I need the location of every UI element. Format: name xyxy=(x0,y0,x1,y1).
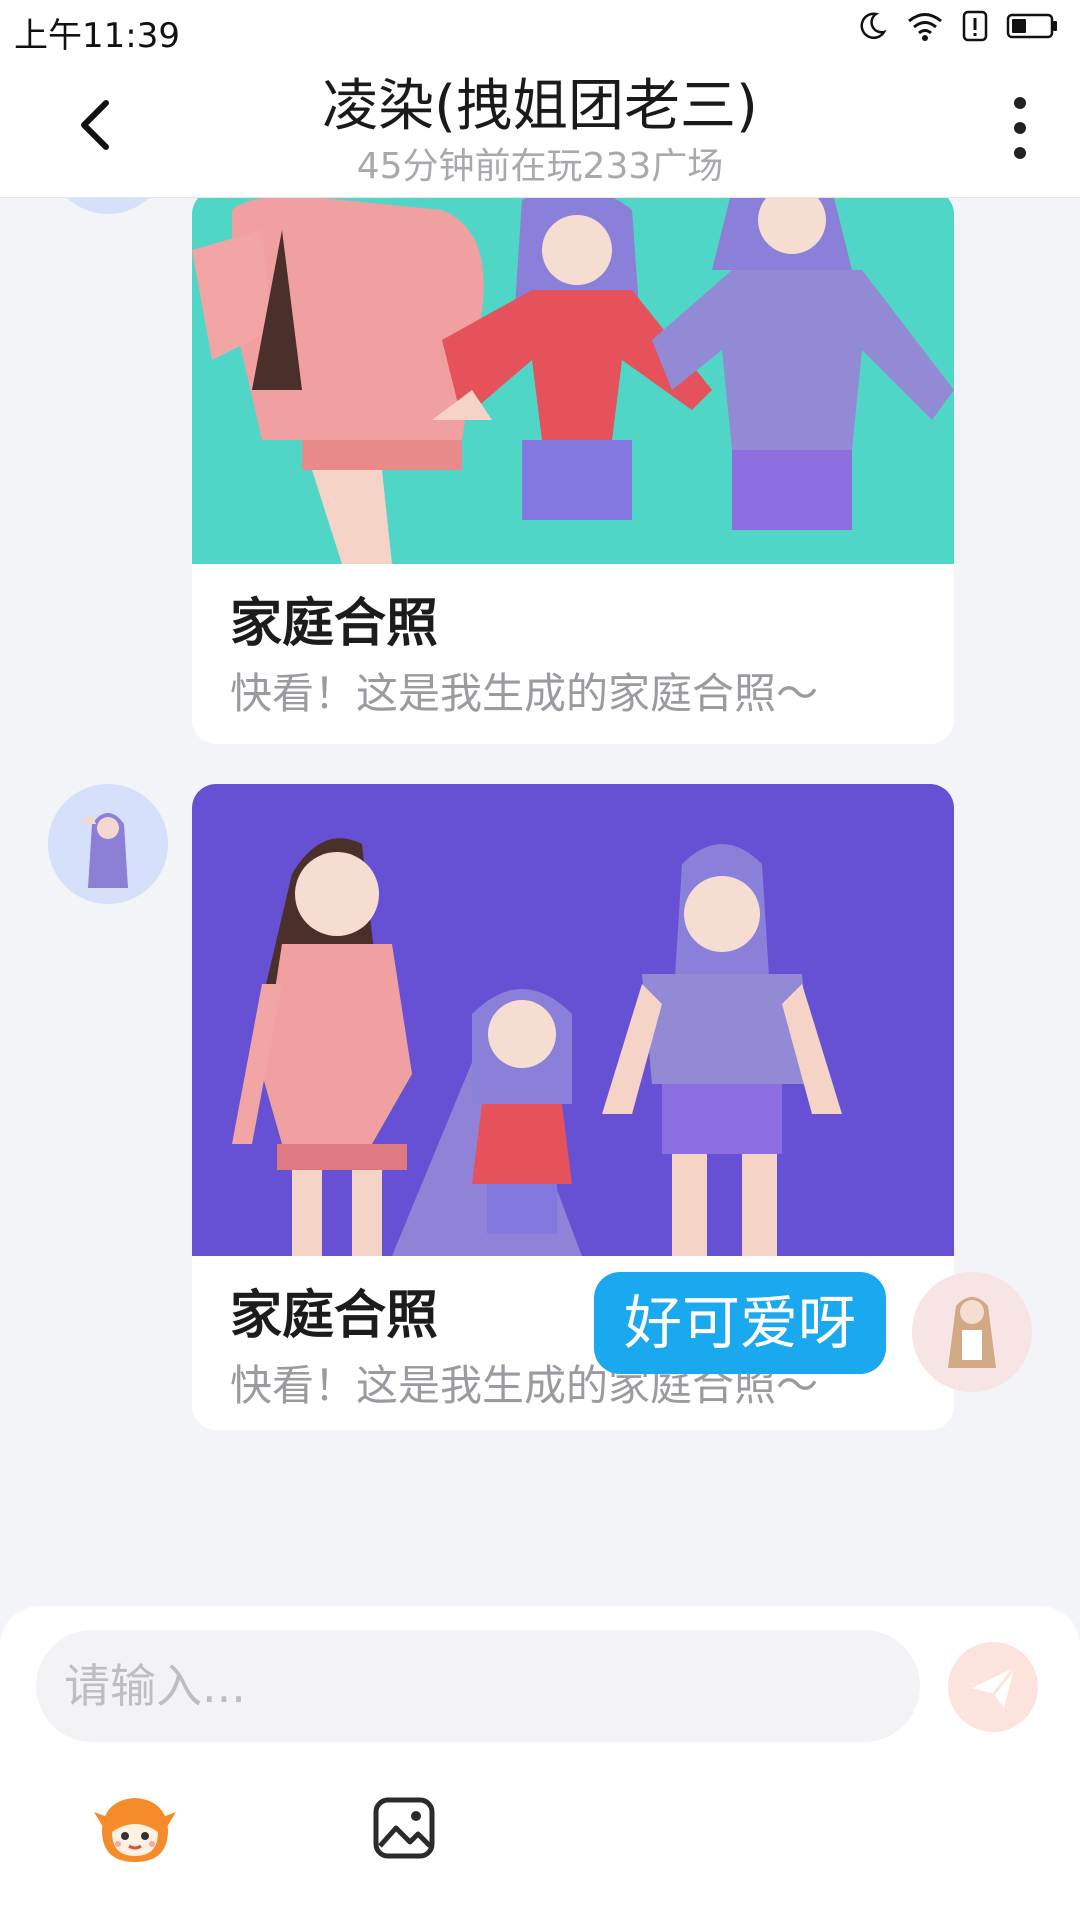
moon-icon xyxy=(860,12,887,39)
alert-icon xyxy=(962,10,988,42)
status-icons xyxy=(856,10,1060,42)
chat-title: 凌染(拽姐团老三) xyxy=(322,74,758,139)
battery-icon xyxy=(1006,13,1057,39)
status-time: 上午11:39 xyxy=(14,16,180,56)
chat-screen: 上午11:39 凌染(拽姐团老三) 45分钟前在玩233广场 家庭合照 快看！这… xyxy=(0,0,1080,1920)
card-title: 家庭合照 xyxy=(230,594,439,654)
card-image[interactable] xyxy=(192,784,954,1256)
card-description: 快看！这是我生成的家庭合照～ xyxy=(230,669,819,718)
wifi-icon xyxy=(908,13,942,41)
composer-panel: 请输入... xyxy=(0,1606,1080,1920)
card-image[interactable] xyxy=(192,198,954,564)
message-bubble-outgoing[interactable]: 好可爱呀 xyxy=(593,1272,886,1374)
avatar-contact[interactable] xyxy=(48,198,168,214)
photo-card[interactable]: 家庭合照 快看！这是我生成的家庭合照～ xyxy=(192,198,954,744)
image-icon[interactable] xyxy=(372,1796,436,1860)
send-button[interactable] xyxy=(948,1642,1038,1732)
status-bar: 上午11:39 xyxy=(0,0,1080,56)
mascot-emoji-icon[interactable] xyxy=(92,1792,178,1866)
send-icon xyxy=(972,1667,1016,1708)
chat-header: 凌染(拽姐团老三) 45分钟前在玩233广场 xyxy=(0,55,1080,198)
avatar-self[interactable] xyxy=(912,1272,1032,1392)
message-list[interactable]: 家庭合照 快看！这是我生成的家庭合照～ 家庭合照 快看！这是我生成的家庭合照～ … xyxy=(0,198,1080,1606)
avatar-contact[interactable] xyxy=(48,784,168,904)
card-body: 家庭合照 快看！这是我生成的家庭合照～ xyxy=(192,564,954,724)
more-vertical-icon[interactable] xyxy=(1000,95,1040,161)
message-input[interactable]: 请输入... xyxy=(36,1630,920,1742)
chat-subtitle: 45分钟前在玩233广场 xyxy=(356,146,724,187)
